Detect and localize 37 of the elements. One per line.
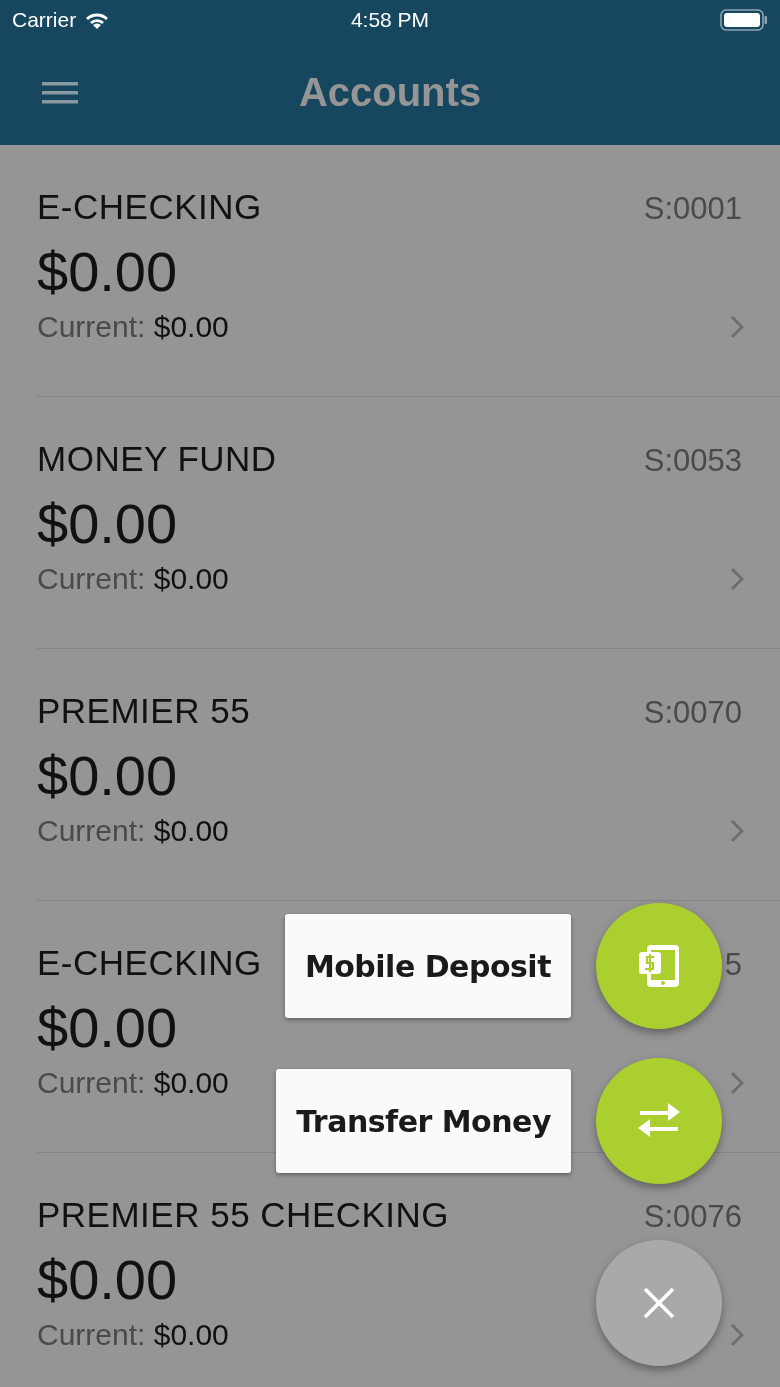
- close-icon: [643, 1287, 675, 1319]
- fab-action-label[interactable]: Transfer Money: [276, 1069, 571, 1173]
- account-balance: $0.00: [37, 1247, 178, 1312]
- screen-title: Accounts: [298, 70, 482, 114]
- account-balance: $0.00: [37, 743, 178, 808]
- account-code: S:0070: [643, 695, 742, 731]
- chevron-right-icon: [730, 315, 744, 339]
- account-name: PREMIER 55 CHECKING: [37, 1195, 450, 1235]
- swap-arrows-icon: [636, 1103, 682, 1139]
- mobile-deposit-icon: [637, 943, 681, 989]
- current-balance: Current: $0.00: [37, 562, 229, 596]
- account-code: S:0076: [643, 1199, 742, 1235]
- chevron-right-icon: [730, 819, 744, 843]
- account-balance: $0.00: [37, 239, 178, 304]
- account-name: MONEY FUND: [37, 439, 277, 479]
- fab-action-button[interactable]: [596, 903, 722, 1029]
- chevron-right-icon: [730, 1323, 744, 1347]
- battery-icon: [720, 9, 768, 31]
- carrier-name: Carrier: [12, 8, 77, 32]
- fab-action-button[interactable]: [596, 1058, 722, 1184]
- current-balance: Current: $0.00: [37, 310, 229, 344]
- account-name: E-CHECKING: [37, 943, 262, 983]
- account-balance: $0.00: [37, 995, 178, 1060]
- menu-icon[interactable]: [42, 79, 78, 106]
- current-balance: Current: $0.00: [37, 1066, 229, 1100]
- account-balance: $0.00: [37, 491, 178, 556]
- current-balance: Current: $0.00: [37, 814, 229, 848]
- current-balance: Current: $0.00: [37, 1318, 229, 1352]
- fab-action-label[interactable]: Mobile Deposit: [284, 914, 571, 1018]
- chevron-right-icon: [730, 1071, 744, 1095]
- account-code: S:0001: [643, 191, 742, 227]
- account-name: PREMIER 55: [37, 691, 251, 731]
- account-name: E-CHECKING: [37, 187, 262, 227]
- account-code: 5: [724, 947, 742, 983]
- chevron-right-icon: [730, 567, 744, 591]
- status-time: 4:58 PM: [350, 8, 430, 32]
- account-code: S:0053: [643, 443, 742, 479]
